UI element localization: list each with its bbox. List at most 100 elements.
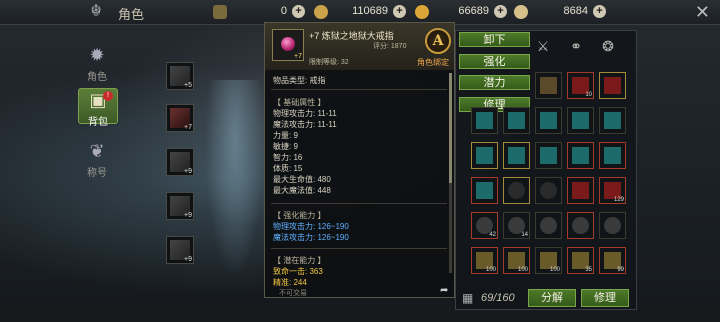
item-icon — [476, 182, 493, 199]
item-icon — [508, 147, 525, 164]
nav-backpack[interactable]: ! ▣ 背包 — [78, 88, 118, 128]
inventory-slot[interactable]: 100 — [503, 247, 530, 274]
inventory-capacity: 69/160 — [481, 292, 515, 304]
inventory-slot[interactable] — [535, 212, 562, 239]
potential-stat-line: 精准: 244 — [273, 278, 307, 286]
item-icon — [572, 182, 589, 199]
enhance-button[interactable]: 强化 — [459, 54, 530, 69]
inventory-slot[interactable] — [471, 107, 498, 134]
inventory-slot[interactable] — [567, 107, 594, 134]
item-icon — [476, 112, 493, 129]
item-icon — [604, 77, 621, 94]
inventory-slot[interactable]: 100 — [535, 247, 562, 274]
stat-line: 敏捷: 9 — [273, 142, 298, 151]
tab-equipment-icon[interactable]: ⚔ — [531, 35, 555, 57]
equip-slot-boots[interactable]: +9 — [166, 236, 194, 264]
stat-line: 体质: 15 — [273, 164, 303, 173]
stat-line: 最大魔法值: 448 — [273, 186, 331, 195]
potential-stats-header: 【 潜在能力 】 — [273, 256, 326, 265]
ruby-gem-icon — [281, 37, 295, 51]
scrollbar-thumb[interactable] — [449, 73, 452, 183]
item-score: 评分: 1870 — [373, 43, 407, 50]
inventory-slot[interactable]: 10 — [567, 72, 594, 99]
enhance-stat-line: 物理攻击力: 126~190 — [273, 222, 349, 231]
base-stats-header: 【 基础属性 】 — [273, 98, 326, 107]
inventory-slot[interactable]: 129 — [599, 177, 626, 204]
inventory-slot[interactable] — [535, 142, 562, 169]
currency-gem: 8684 + — [514, 4, 608, 20]
inventory-slot[interactable] — [471, 142, 498, 169]
add-gold-button[interactable]: + — [494, 5, 507, 18]
dragon-emblem-icon: ☬ — [90, 3, 102, 20]
inventory-slot[interactable]: 14 — [503, 212, 530, 239]
inventory-slot[interactable] — [471, 177, 498, 204]
currency-scroll: 0 + — [213, 4, 307, 20]
inventory-slot[interactable]: 100 — [471, 247, 498, 274]
inventory-slot[interactable]: 99 — [599, 247, 626, 274]
potential-button[interactable]: 潜力 — [459, 75, 530, 90]
inventory-slot[interactable] — [535, 107, 562, 134]
item-icon — [572, 217, 589, 234]
equip-slot-helmet[interactable]: +5 — [166, 62, 194, 90]
item-type: 物品类型: 戒指 — [273, 76, 326, 85]
ring-item-icon: +7 — [272, 29, 304, 61]
inventory-slot[interactable] — [503, 142, 530, 169]
inventory-slot[interactable] — [599, 212, 626, 239]
equip-slot-armor[interactable]: +7 — [166, 104, 194, 132]
trade-restriction: 不可交易 — [279, 290, 307, 297]
inventory-slot[interactable] — [599, 72, 626, 99]
repair-all-button[interactable]: 修理 — [581, 289, 629, 307]
inventory-slot[interactable] — [599, 142, 626, 169]
item-icon — [540, 112, 557, 129]
add-gem-button[interactable]: + — [593, 5, 606, 18]
item-tooltip: +7 +7 炼狱之地狱大戒指 评分: 1870 限制等级: 32 A 角色绑定 … — [264, 22, 455, 298]
inventory-slot[interactable] — [567, 142, 594, 169]
nav-title[interactable]: ❦ 称号 — [78, 140, 116, 179]
gear-emblem-icon: ✹ — [89, 45, 105, 65]
inventory-slot[interactable] — [599, 107, 626, 134]
currency-gold: 66689 + — [415, 4, 509, 20]
stat-line: 物理攻击力: 11-11 — [273, 109, 337, 118]
inventory-slot[interactable] — [567, 212, 594, 239]
divider — [271, 248, 447, 249]
bind-status: 角色绑定 — [417, 58, 449, 67]
enhance-stat-line: 魔法攻击力: 126~190 — [273, 233, 349, 242]
alert-badge: ! — [103, 91, 113, 101]
inventory-slot[interactable]: 35 — [567, 247, 594, 274]
equip-slot-pants[interactable]: +9 — [166, 148, 194, 176]
item-icon — [572, 147, 589, 164]
add-coin-ring-button[interactable]: + — [393, 5, 406, 18]
item-icon — [508, 182, 525, 199]
stat-line: 智力: 16 — [273, 153, 303, 162]
unequip-button[interactable]: 卸下 — [459, 32, 530, 47]
tab-material-icon[interactable]: ⚭ — [564, 35, 588, 57]
inventory-slot[interactable]: 42 — [471, 212, 498, 239]
item-icon — [540, 77, 557, 94]
item-icon — [540, 147, 557, 164]
item-required-level: 限制等级: 32 — [309, 59, 349, 66]
share-icon[interactable]: ➦ — [440, 285, 454, 297]
page-title: 角色 — [118, 7, 145, 22]
inventory-slot[interactable] — [503, 107, 530, 134]
tab-misc-icon[interactable]: ❂ — [596, 35, 620, 57]
close-icon[interactable]: ✕ — [695, 2, 710, 22]
item-icon — [604, 217, 621, 234]
nav-character[interactable]: ✹ 角色 — [78, 44, 116, 83]
divider — [271, 203, 447, 204]
stat-line: 力量: 9 — [273, 131, 298, 140]
equip-slot-gloves[interactable]: +9 — [166, 192, 194, 220]
add-scroll-button[interactable]: + — [292, 5, 305, 18]
stat-line: 最大生命值: 480 — [273, 175, 331, 184]
grade-badge: A — [425, 28, 451, 54]
item-icon — [604, 112, 621, 129]
inventory-slot[interactable] — [503, 177, 530, 204]
divider — [271, 89, 447, 90]
tooltip-scrollbar[interactable] — [449, 73, 452, 273]
stat-line: 魔法攻击力: 11-11 — [273, 120, 337, 129]
inventory-slot[interactable] — [535, 177, 562, 204]
inventory-slot[interactable] — [567, 177, 594, 204]
item-icon — [540, 217, 557, 234]
inventory-slot[interactable] — [535, 72, 562, 99]
decompose-button[interactable]: 分解 — [528, 289, 576, 307]
item-icon — [508, 112, 525, 129]
